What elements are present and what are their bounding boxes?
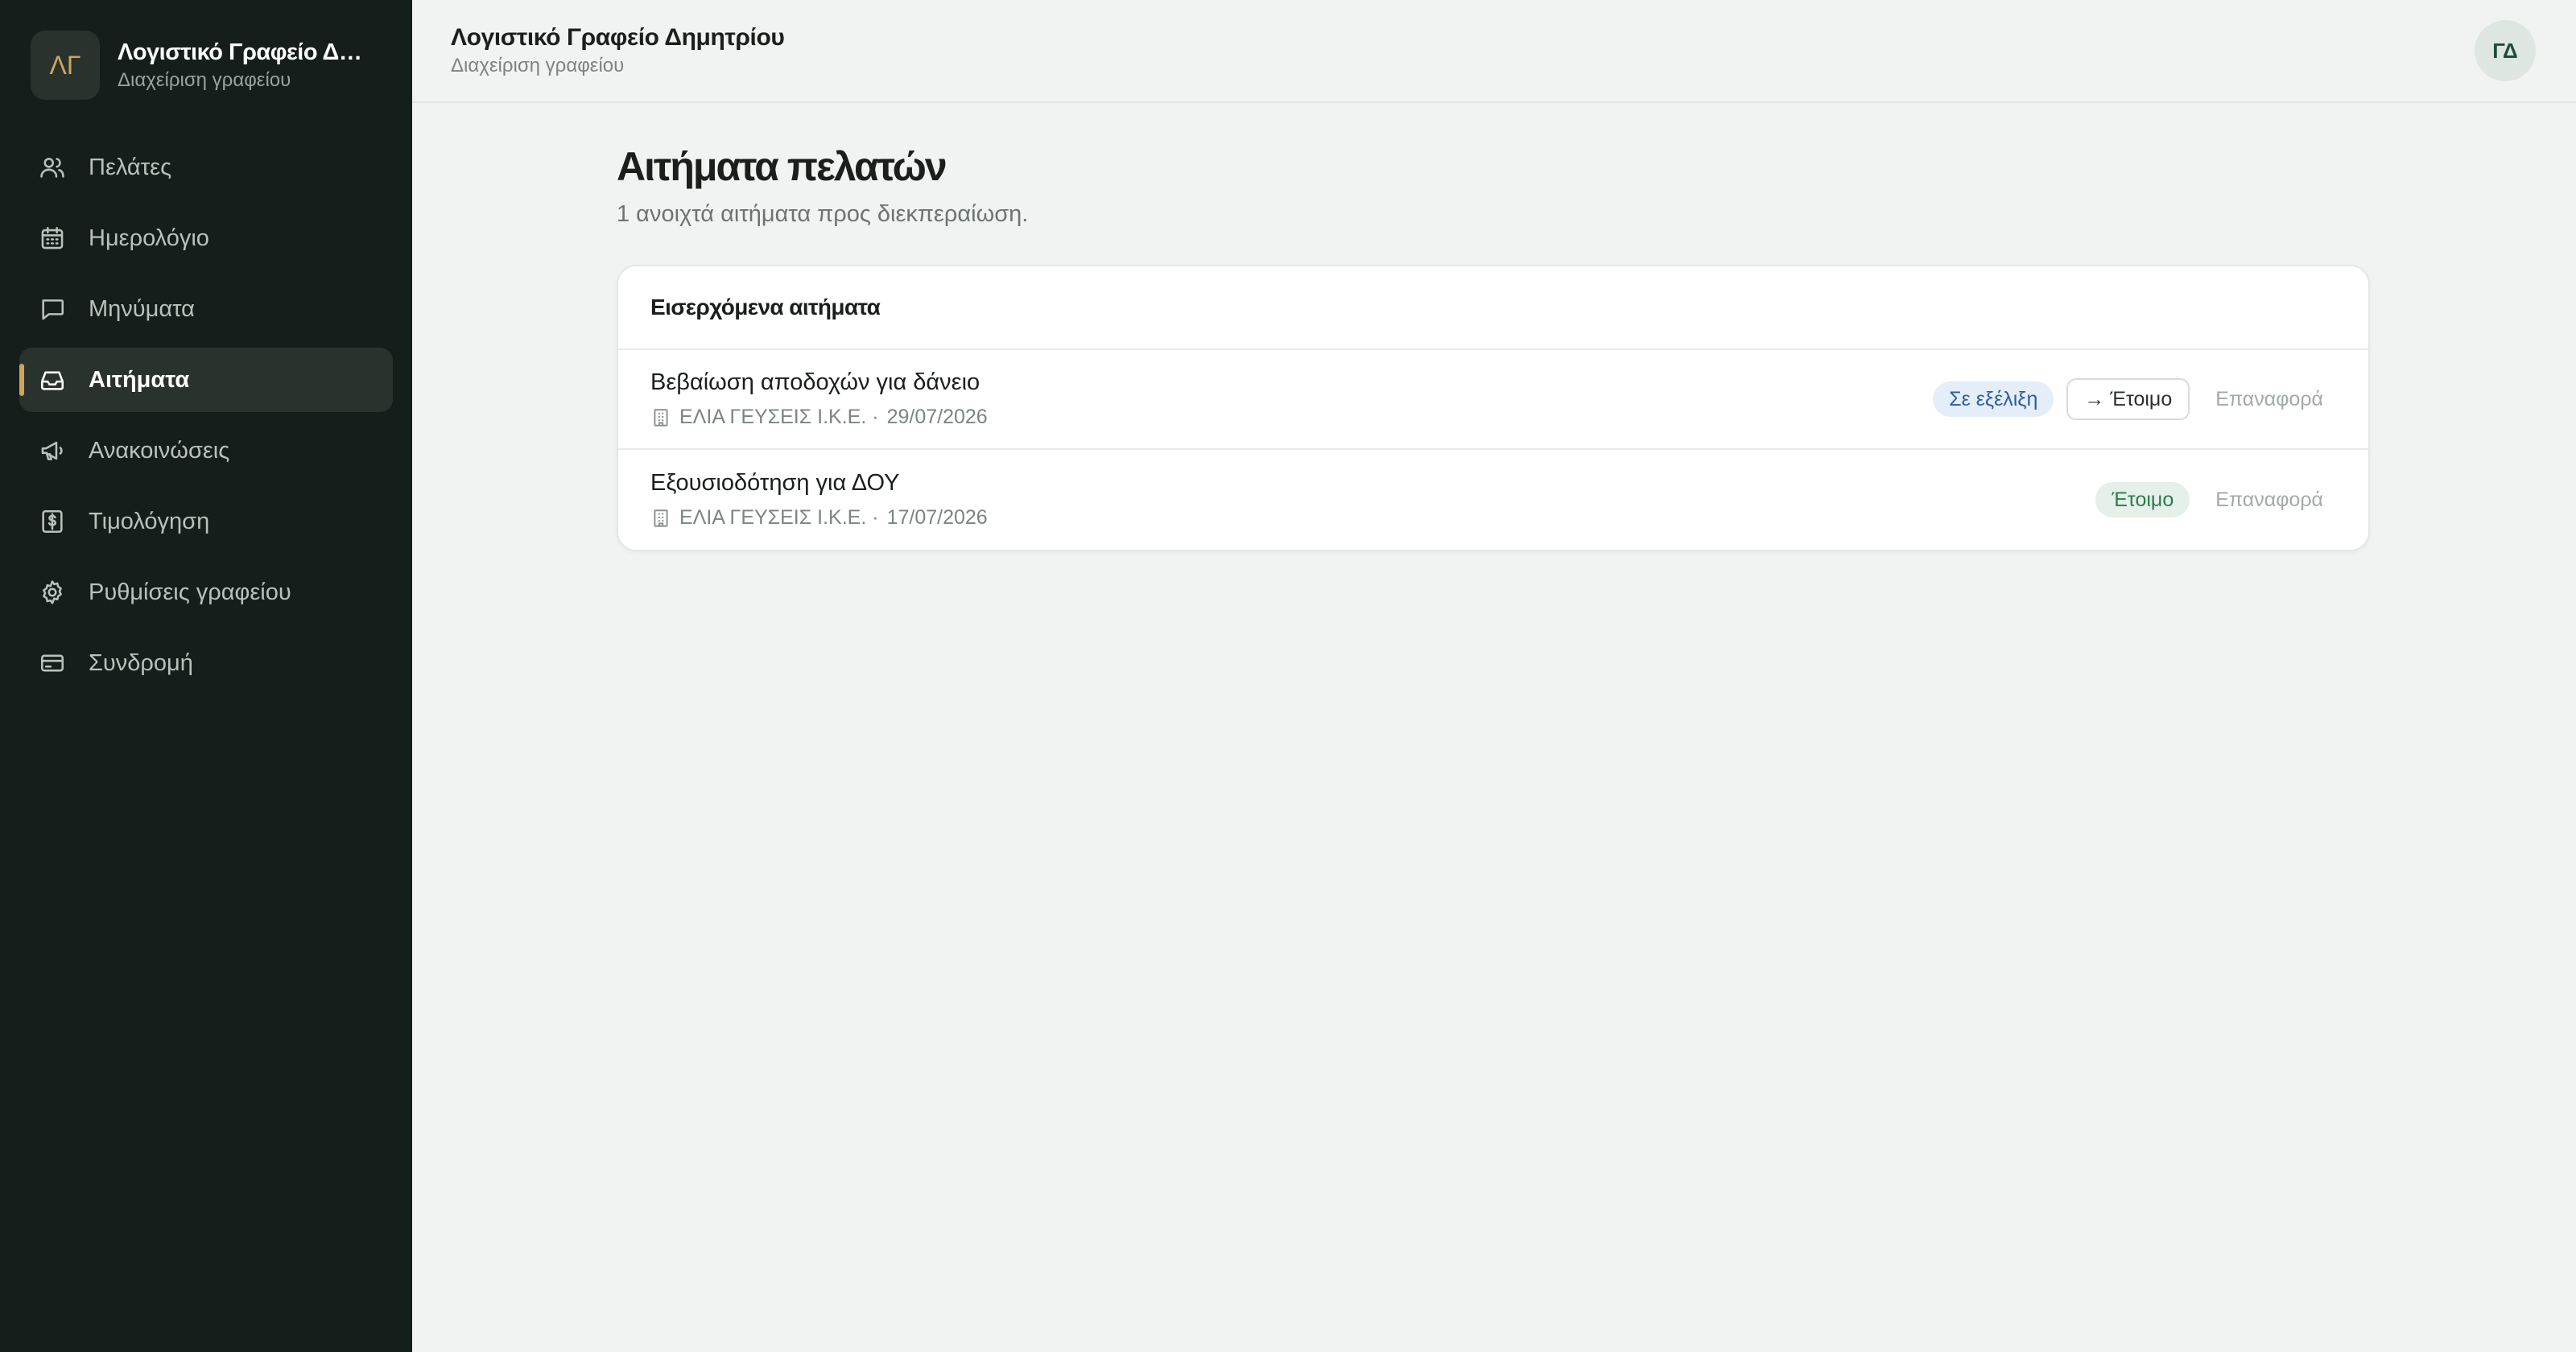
sidebar-item-requests[interactable]: Αιτήματα [19, 348, 393, 412]
sidebar: ΛΓ Λογιστικό Γραφείο Δημητρίου Διαχείρισ… [0, 0, 412, 1352]
card-header: Εισερχόμενα αιτήματα [618, 266, 2368, 350]
request-meta: ΕΛΙΑ ΓΕΥΣΕΙΣ Ι.Κ.Ε. · 29/07/2026 [650, 406, 988, 429]
brand[interactable]: ΛΓ Λογιστικό Γραφείο Δημητρίου Διαχείρισ… [19, 29, 393, 100]
request-title: Εξουσιοδότηση για ΔΟΥ [650, 470, 900, 496]
requests-card: Εισερχόμενα αιτήματα Βεβαίωση αποδοχών γ… [617, 265, 2370, 551]
request-client: ΕΛΙΑ ΓΕΥΣΕΙΣ Ι.Κ.Ε. · [679, 506, 879, 529]
topbar: Λογιστικό Γραφείο Δημητρίου Διαχείριση γ… [412, 0, 2576, 103]
reset-button[interactable]: Επαναφορά [2202, 388, 2323, 411]
request-info: Βεβαίωση αποδοχών για δάνειο ΕΛΙΑ ΓΕΥΣΕΙ… [650, 369, 988, 429]
sidebar-item-announcements[interactable]: Ανακοινώσεις [19, 418, 393, 483]
inbox-icon [39, 366, 66, 394]
request-actions: Έτοιμο Επαναφορά [2095, 482, 2323, 517]
sidebar-item-label: Μηνύματα [89, 295, 195, 322]
sidebar-item-clients[interactable]: Πελάτες [19, 135, 393, 200]
list-item[interactable]: Βεβαίωση αποδοχών για δάνειο ΕΛΙΑ ΓΕΥΣΕΙ… [618, 350, 2368, 450]
topbar-heading: Λογιστικό Γραφείο Δημητρίου Διαχείριση γ… [451, 24, 785, 77]
reset-button[interactable]: Επαναφορά [2202, 488, 2323, 512]
building-icon [654, 509, 668, 527]
status-badge: Έτοιμο [2095, 482, 2190, 517]
request-date: 29/07/2026 [886, 406, 988, 428]
request-info: Εξουσιοδότηση για ΔΟΥ ΕΛΙΑ ΓΕΥΣΕΙΣ Ι.Κ.Ε… [650, 470, 988, 530]
brand-text: Λογιστικό Γραφείο Δημητρίου Διαχείριση γ… [118, 39, 375, 92]
invoice-icon [39, 508, 66, 535]
topbar-title: Λογιστικό Γραφείο Δημητρίου [451, 24, 785, 51]
sidebar-item-label: Πελάτες [89, 154, 172, 180]
brand-name: Λογιστικό Γραφείο Δημητρίου [118, 39, 375, 65]
sidebar-item-label: Ανακοινώσεις [89, 437, 230, 464]
request-date: 17/07/2026 [886, 506, 988, 529]
building-icon [654, 408, 668, 427]
gear-icon [39, 579, 66, 606]
sidebar-item-invoicing[interactable]: Τιμολόγηση [19, 489, 393, 554]
topbar-subtitle: Διαχείριση γραφείου [451, 55, 625, 76]
request-actions: Σε εξέλιξη → Έτοιμο Επαναφορά [1933, 378, 2323, 420]
status-badge: Σε εξέλιξη [1933, 381, 2054, 417]
request-meta: ΕΛΙΑ ΓΕΥΣΕΙΣ Ι.Κ.Ε. · 17/07/2026 [650, 506, 988, 530]
request-client: ΕΛΙΑ ΓΕΥΣΕΙΣ Ι.Κ.Ε. · [679, 406, 879, 428]
page-content: Αιτήματα πελατών 1 ανοιχτά αιτήματα προς… [412, 103, 2372, 551]
mark-ready-button[interactable]: → Έτοιμο [2066, 378, 2190, 420]
page-subtitle: 1 ανοιχτά αιτήματα προς διεκπεραίωση. [617, 201, 1029, 227]
list-item[interactable]: Εξουσιοδότηση για ΔΟΥ ΕΛΙΑ ΓΕΥΣΕΙΣ Ι.Κ.Ε… [618, 450, 2368, 550]
sidebar-item-label: Ημερολόγιο [89, 225, 209, 251]
sidebar-item-messages[interactable]: Μηνύματα [19, 277, 393, 341]
brand-subtitle: Διαχείριση γραφείου [118, 68, 291, 91]
sidebar-item-label: Συνδρομή [89, 649, 193, 676]
sidebar-nav: Πελάτες Ημερολόγιο Μηνύματα Αιτήματα Ανα… [19, 135, 393, 695]
message-icon [39, 295, 66, 323]
credit-card-icon [39, 649, 66, 677]
users-icon [39, 154, 66, 181]
sidebar-item-calendar[interactable]: Ημερολόγιο [19, 206, 393, 270]
sidebar-item-label: Ρυθμίσεις γραφείου [89, 579, 291, 605]
main-area: Λογιστικό Γραφείο Δημητρίου Διαχείριση γ… [412, 0, 2576, 1352]
brand-logo: ΛΓ [31, 31, 100, 100]
sidebar-item-label: Αιτήματα [89, 366, 190, 393]
app-root: ΛΓ Λογιστικό Γραφείο Δημητρίου Διαχείρισ… [0, 0, 2576, 1352]
calendar-icon [39, 225, 66, 252]
avatar[interactable]: ΓΔ [2475, 20, 2536, 81]
sidebar-item-label: Τιμολόγηση [89, 508, 210, 534]
page-title: Αιτήματα πελατών [617, 144, 947, 189]
sidebar-item-office-settings[interactable]: Ρυθμίσεις γραφείου [19, 560, 393, 624]
request-title: Βεβαίωση αποδοχών για δάνειο [650, 369, 980, 395]
megaphone-icon [39, 437, 66, 464]
card-title: Εισερχόμενα αιτήματα [650, 295, 881, 319]
sidebar-item-subscription[interactable]: Συνδρομή [19, 631, 393, 695]
